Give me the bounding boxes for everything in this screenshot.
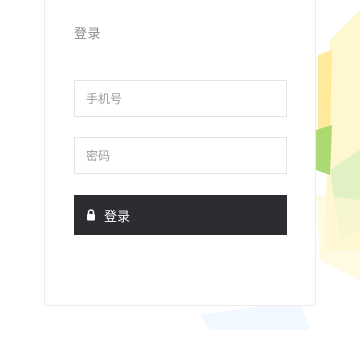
- deco-yellow-shape: [325, 10, 360, 250]
- password-input[interactable]: [75, 138, 286, 173]
- phone-input[interactable]: [75, 81, 286, 116]
- lock-icon: [86, 209, 96, 221]
- deco-yellow-shape-3: [316, 195, 360, 280]
- phone-field[interactable]: [74, 80, 287, 117]
- password-field[interactable]: [74, 137, 287, 174]
- login-button-label: 登录: [104, 209, 131, 225]
- deco-yellow-shape-2: [318, 50, 332, 140]
- login-button[interactable]: 登录: [74, 195, 287, 235]
- login-card: 登录 登录: [44, 0, 316, 306]
- deco-green-shape: [316, 125, 332, 175]
- login-page: 登录 登录: [0, 0, 360, 360]
- card-title: 登录: [74, 27, 102, 42]
- deco-green-shape-2: [330, 150, 360, 240]
